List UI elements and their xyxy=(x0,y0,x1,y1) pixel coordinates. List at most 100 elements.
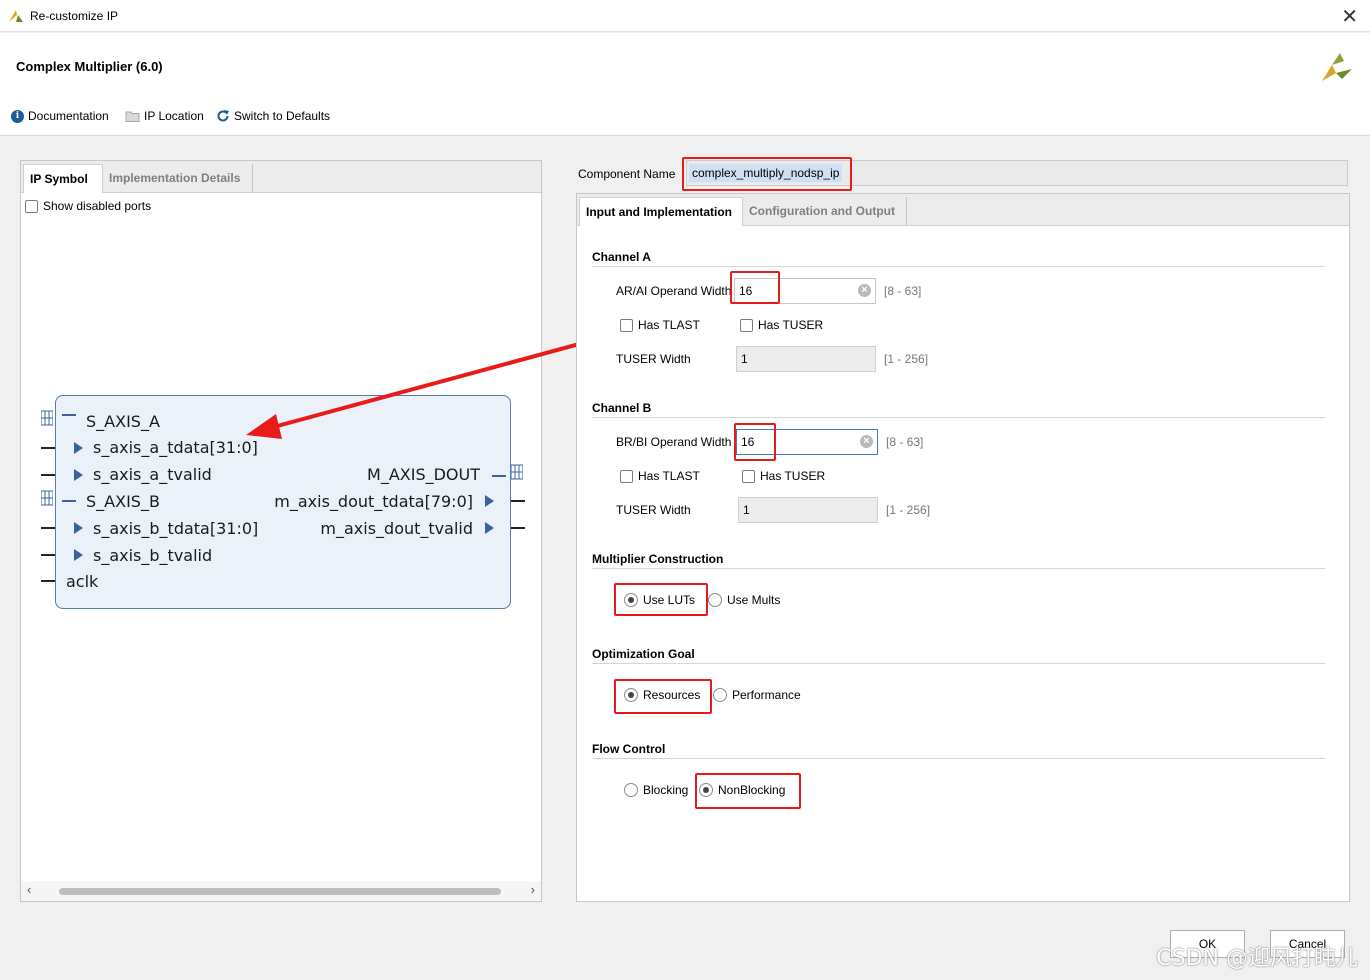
tab-implementation-details[interactable]: Implementation Details xyxy=(103,164,253,193)
tuser-width-input[interactable]: 1 xyxy=(738,497,878,523)
horizontal-scrollbar[interactable]: ‹ › xyxy=(21,881,541,901)
use-mults-label: Use Mults xyxy=(727,593,781,607)
has-tuser-label: Has TUSER xyxy=(758,318,824,332)
has-tuser-label: Has TUSER xyxy=(760,469,826,483)
has-tlast-checkbox[interactable] xyxy=(620,469,633,483)
has-tuser-checkbox[interactable] xyxy=(742,469,755,483)
info-icon: i xyxy=(11,109,24,123)
configuration-panel: Input and Implementation Configuration a… xyxy=(576,193,1350,902)
port-s-axis-a-tdata: s_axis_a_tdata[31:0] xyxy=(93,438,258,457)
pin xyxy=(41,527,55,529)
flow-control-title: Flow Control xyxy=(592,742,666,756)
port-s-axis-b-tvalid: s_axis_b_tvalid xyxy=(93,546,213,565)
documentation-label: Documentation xyxy=(28,109,109,123)
bus-interface-icon xyxy=(41,410,53,426)
ar-ai-operand-width-label: AR/AI Operand Width xyxy=(616,284,732,298)
performance-option[interactable]: Performance xyxy=(713,688,801,702)
channel-a-has-tuser[interactable]: Has TUSER xyxy=(740,318,823,332)
channel-b-has-tuser[interactable]: Has TUSER xyxy=(742,469,825,483)
watermark: CSDN @迎风打盹儿 xyxy=(1156,946,1358,971)
divider xyxy=(592,417,1325,418)
bus-collapse-icon[interactable] xyxy=(492,475,506,477)
ip-location-button[interactable]: IP Location xyxy=(125,109,204,123)
vivado-logo-icon xyxy=(9,10,23,22)
tuser-width-input[interactable]: 1 xyxy=(736,346,876,372)
has-tlast-checkbox[interactable] xyxy=(620,318,633,332)
port-s-axis-a-tvalid: s_axis_a_tvalid xyxy=(93,465,212,484)
tuser-width-label: TUSER Width xyxy=(616,503,691,517)
dialog-header: Complex Multiplier (6.0) i Documentation… xyxy=(0,33,1370,136)
optimization-goal-title: Optimization Goal xyxy=(592,647,695,661)
highlight-box xyxy=(614,679,712,714)
channel-a-title: Channel A xyxy=(592,250,651,264)
bus-collapse-icon[interactable] xyxy=(62,500,76,502)
tuser-width-range: [1 - 256] xyxy=(884,352,929,366)
ar-ai-operand-range: [8 - 63] xyxy=(884,284,922,298)
bus-interface-icon xyxy=(41,490,53,506)
title-bar: Re-customize IP ✕ xyxy=(0,0,1370,32)
left-tab-bar: IP Symbol Implementation Details xyxy=(21,161,541,193)
switch-defaults-label: Switch to Defaults xyxy=(234,109,331,123)
channel-b-has-tlast[interactable]: Has TLAST xyxy=(620,469,700,483)
tab-configuration-output[interactable]: Configuration and Output xyxy=(743,197,907,226)
tuser-width-value: 1 xyxy=(741,352,748,366)
xilinx-logo-icon xyxy=(1322,53,1352,81)
channel-a-has-tlast[interactable]: Has TLAST xyxy=(620,318,700,332)
ip-location-label: IP Location xyxy=(144,109,204,123)
blocking-radio[interactable] xyxy=(624,783,638,797)
has-tuser-checkbox[interactable] xyxy=(740,318,753,332)
port-m-axis-dout-tdata: m_axis_dout_tdata[79:0] xyxy=(274,492,473,511)
show-disabled-ports-checkbox[interactable] xyxy=(25,199,38,213)
tuser-width-range: [1 - 256] xyxy=(886,503,931,517)
br-bi-operand-width-label: BR/BI Operand Width xyxy=(616,435,732,449)
has-tlast-label: Has TLAST xyxy=(638,318,700,332)
documentation-button[interactable]: i Documentation xyxy=(11,109,109,123)
port-m-axis-dout-tvalid: m_axis_dout_tvalid xyxy=(320,519,473,538)
divider xyxy=(592,663,1325,664)
component-name-label: Component Name xyxy=(578,167,676,181)
channel-b-title: Channel B xyxy=(592,401,652,415)
clear-icon[interactable]: × xyxy=(858,284,871,297)
port-s-axis-a: S_AXIS_A xyxy=(86,412,160,431)
bus-interface-icon xyxy=(511,464,523,480)
show-disabled-ports[interactable]: Show disabled ports xyxy=(25,199,151,213)
tuser-width-label: TUSER Width xyxy=(616,352,691,366)
use-mults-radio[interactable] xyxy=(708,593,722,607)
performance-radio[interactable] xyxy=(713,688,727,702)
ip-block[interactable]: S_AXIS_A s_axis_a_tdata[31:0] s_axis_a_t… xyxy=(55,395,511,609)
output-arrow-icon xyxy=(485,522,494,534)
highlight-box xyxy=(695,773,801,809)
blocking-label: Blocking xyxy=(643,783,689,797)
output-arrow-icon xyxy=(485,495,494,507)
pin xyxy=(41,554,55,556)
divider xyxy=(592,758,1325,759)
br-bi-operand-range: [8 - 63] xyxy=(886,435,924,449)
pin xyxy=(41,474,55,476)
port-aclk: aclk xyxy=(66,572,99,591)
clear-icon[interactable]: × xyxy=(860,435,873,448)
tab-ip-symbol[interactable]: IP Symbol xyxy=(23,164,103,193)
performance-label: Performance xyxy=(732,688,801,702)
highlight-box xyxy=(682,157,852,191)
folder-icon xyxy=(125,111,140,122)
bus-collapse-icon[interactable] xyxy=(62,414,76,416)
switch-to-defaults-button[interactable]: Switch to Defaults xyxy=(216,109,330,123)
divider xyxy=(592,266,1325,267)
has-tlast-label: Has TLAST xyxy=(638,469,700,483)
input-arrow-icon xyxy=(74,549,83,561)
close-icon[interactable]: ✕ xyxy=(1341,4,1358,29)
tab-input-implementation[interactable]: Input and Implementation xyxy=(579,197,743,226)
blocking-option[interactable]: Blocking xyxy=(624,783,688,797)
use-mults-option[interactable]: Use Mults xyxy=(708,593,780,607)
scroll-left-icon[interactable]: ‹ xyxy=(27,882,31,897)
multiplier-construction-title: Multiplier Construction xyxy=(592,552,724,566)
divider xyxy=(592,568,1325,569)
scroll-right-icon[interactable]: › xyxy=(531,882,535,897)
scrollbar-thumb[interactable] xyxy=(59,888,501,895)
refresh-icon xyxy=(217,110,229,122)
pin xyxy=(41,447,55,449)
right-tab-bar: Input and Implementation Configuration a… xyxy=(577,194,1349,226)
port-s-axis-b: S_AXIS_B xyxy=(86,492,160,511)
highlight-box xyxy=(734,423,776,461)
input-arrow-icon xyxy=(74,522,83,534)
